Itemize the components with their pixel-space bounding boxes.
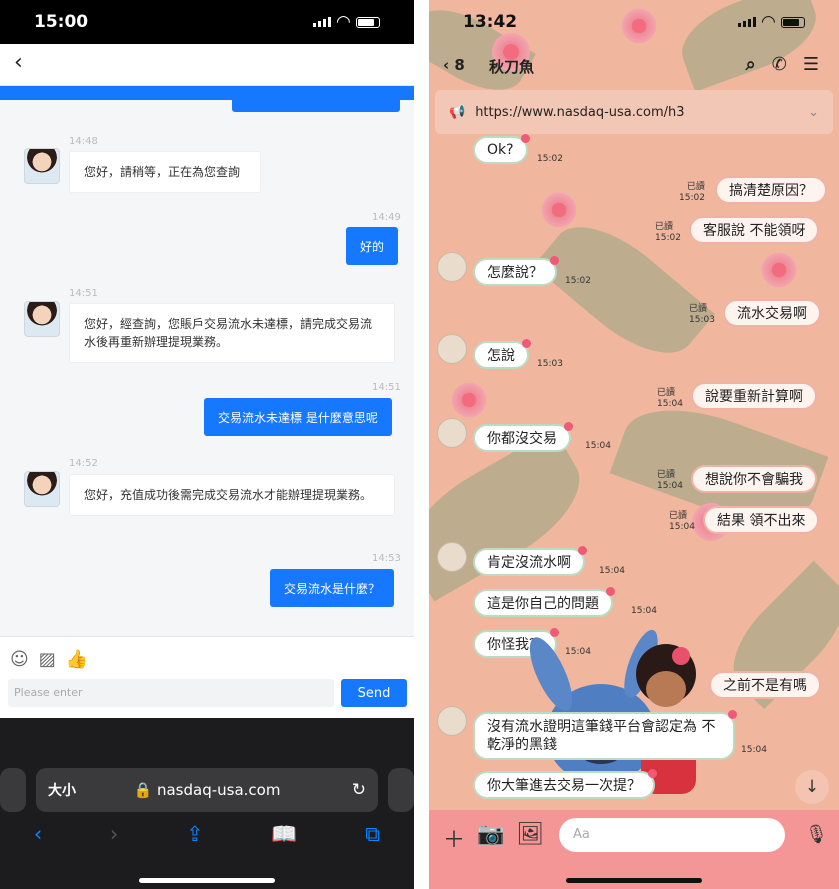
outgoing-message: 流水交易啊 bbox=[723, 299, 821, 327]
wifi-icon: ◠ bbox=[336, 12, 350, 32]
incoming-message: 肯定沒流水啊 bbox=[473, 546, 587, 576]
incoming-message: 你都沒交易 bbox=[473, 422, 573, 452]
outgoing-message: 客服說 不能領呀 bbox=[689, 216, 820, 244]
share-icon[interactable]: ⇪ bbox=[186, 822, 204, 847]
battery-icon bbox=[781, 16, 805, 28]
chat-header: ‹ bbox=[0, 44, 414, 86]
search-icon[interactable]: ⌕ bbox=[746, 54, 756, 75]
agent-message: 您好，充值成功後需完成交易流水才能辦理提現業務。 bbox=[69, 474, 395, 516]
sticker-flower bbox=[672, 647, 690, 665]
line-chat-screen: 13:42 ◠ ‹ 8 秋刀魚 ⌕ ✆ ☰ 📢 https://www.nasd… bbox=[429, 0, 839, 889]
scroll-down-button[interactable]: ↓ bbox=[795, 770, 829, 804]
message-input[interactable]: Please enter bbox=[8, 679, 334, 707]
camera-icon[interactable]: 📷 bbox=[477, 822, 504, 854]
status-time: 15:00 bbox=[34, 12, 89, 32]
text-size-button[interactable]: 大小 bbox=[48, 780, 76, 800]
contact-avatar[interactable] bbox=[437, 418, 467, 448]
tabs-icon[interactable]: ⧉ bbox=[365, 822, 380, 847]
outgoing-message: 之前不是有嗎 bbox=[709, 671, 821, 699]
message-input[interactable]: Aa bbox=[559, 818, 785, 852]
url-text: 🔒 nasdaq-usa.com bbox=[133, 781, 281, 799]
user-message: 交易流水未達標 是什麼意思呢 bbox=[204, 398, 392, 436]
sticker-girl-face bbox=[646, 671, 686, 707]
incoming-message: 沒有流水證明這筆錢平台會認定為 不乾淨的黑錢 bbox=[473, 710, 737, 760]
emoji-icon[interactable]: ☺ bbox=[10, 649, 29, 670]
forward-icon[interactable]: › bbox=[110, 822, 118, 847]
announcement-link[interactable]: https://www.nasdaq-usa.com/h3 bbox=[475, 105, 684, 120]
home-indicator bbox=[139, 878, 275, 883]
incoming-message: 怎麼說？ bbox=[473, 256, 559, 286]
incoming-message: 這是你自己的問題 bbox=[473, 587, 615, 617]
contact-avatar[interactable] bbox=[437, 706, 467, 736]
incoming-message: 怎說 bbox=[473, 339, 531, 369]
signal-icon bbox=[312, 17, 331, 27]
send-button[interactable]: Send bbox=[341, 679, 407, 707]
chat-title: 秋刀魚 bbox=[489, 58, 535, 76]
status-time: 13:42 bbox=[463, 12, 518, 32]
incoming-message: Ok? bbox=[473, 134, 530, 164]
gallery-icon[interactable]: 🖼 bbox=[516, 822, 544, 854]
announcement-bar[interactable]: 📢 https://www.nasdaq-usa.com/h3 ⌄ bbox=[435, 90, 833, 134]
menu-icon[interactable]: ☰ bbox=[803, 54, 819, 75]
agent-message: 您好，請稍等，正在為您查詢 bbox=[69, 151, 261, 193]
sticker-ear bbox=[529, 637, 573, 711]
agent-avatar bbox=[24, 148, 60, 184]
status-bar: 15:00 ◠ bbox=[0, 0, 414, 44]
microphone-icon[interactable]: 🎙 bbox=[805, 824, 828, 845]
outgoing-message: 結果 領不出來 bbox=[703, 506, 820, 534]
back-icon[interactable]: ‹ bbox=[34, 822, 42, 847]
message-time: 14:51 bbox=[69, 288, 98, 299]
reload-icon[interactable]: ↻ bbox=[352, 780, 366, 800]
home-indicator bbox=[566, 878, 702, 883]
user-message: 好的 bbox=[346, 227, 399, 265]
wifi-icon: ◠ bbox=[761, 12, 775, 32]
contact-avatar[interactable] bbox=[437, 542, 467, 572]
outgoing-message: 說要重新計算啊 bbox=[691, 382, 817, 410]
thumbs-up-icon[interactable]: 👍 bbox=[66, 649, 88, 670]
browser-toolbar: ‹ › ⇪ 📖 ⧉ bbox=[0, 822, 414, 847]
back-chevron-icon[interactable]: ‹ bbox=[14, 50, 23, 75]
message-time: 14:51 bbox=[372, 382, 401, 393]
message-time: 14:53 bbox=[372, 553, 401, 564]
battery-icon bbox=[356, 16, 380, 28]
outgoing-message: 搞清楚原因？ bbox=[715, 176, 827, 204]
status-bar: 13:42 ◠ bbox=[429, 0, 839, 44]
support-chat-screen: 15:00 ◠ ‹ 14:48 您好，請稍等，正在為您查詢 14:49 好的 1… bbox=[0, 0, 414, 889]
message-time: 14:48 bbox=[69, 136, 98, 147]
agent-avatar bbox=[24, 301, 60, 337]
message-composer: ＋ 📷 🖼 Aa 🎙 bbox=[429, 810, 839, 889]
bookmarks-icon[interactable]: 📖 bbox=[271, 822, 297, 847]
previous-message-bubble bbox=[232, 100, 400, 112]
agent-message: 您好，經查詢，您賬戶交易流水未達標，請完成交易流水後再重新辦理提現業務。 bbox=[69, 303, 395, 363]
phone-icon[interactable]: ✆ bbox=[772, 54, 787, 75]
address-bar[interactable]: 大小 🔒 nasdaq-usa.com ↻ bbox=[36, 768, 378, 812]
chat-toolbar: ☺ ▨ 👍 Please enter Send bbox=[0, 636, 414, 718]
user-message: 交易流水是什麼？ bbox=[270, 569, 395, 607]
browser-chrome: 大小 🔒 nasdaq-usa.com ↻ ‹ › ⇪ 📖 ⧉ bbox=[0, 718, 414, 889]
message-time: 14:49 bbox=[372, 212, 401, 223]
back-button[interactable]: ‹ 8 bbox=[443, 56, 465, 74]
image-icon[interactable]: ▨ bbox=[39, 649, 56, 670]
agent-avatar bbox=[24, 471, 60, 507]
chat-header: ‹ 8 秋刀魚 ⌕ ✆ ☰ bbox=[429, 44, 839, 86]
contact-avatar[interactable] bbox=[437, 334, 467, 364]
chevron-down-icon[interactable]: ⌄ bbox=[808, 105, 819, 120]
plus-icon[interactable]: ＋ bbox=[443, 822, 465, 854]
signal-icon bbox=[737, 17, 756, 27]
contact-avatar[interactable] bbox=[437, 252, 467, 282]
megaphone-icon: 📢 bbox=[449, 104, 466, 120]
incoming-message: 你大筆進去交易一次提？ bbox=[473, 769, 657, 799]
message-time: 14:52 bbox=[69, 458, 98, 469]
outgoing-message: 想說你不會騙我 bbox=[691, 465, 817, 493]
